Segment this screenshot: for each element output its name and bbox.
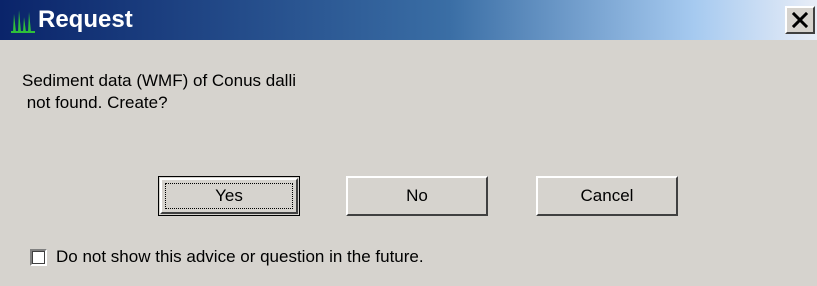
request-dialog: Request Sediment data (WMF) of Conus dal… <box>0 0 817 286</box>
window-title: Request <box>38 6 133 33</box>
do-not-show-label[interactable]: Do not show this advice or question in t… <box>56 247 424 267</box>
grass-icon <box>10 8 36 34</box>
no-button[interactable]: No <box>346 176 488 216</box>
message-line-1: Sediment data (WMF) of Conus dalli <box>22 71 296 90</box>
dialog-message: Sediment data (WMF) of Conus dalli not f… <box>22 70 296 114</box>
message-line-2: not found. Create? <box>22 93 168 112</box>
title-bar[interactable]: Request <box>0 0 817 40</box>
yes-button-label: Yes <box>165 183 293 209</box>
close-icon <box>792 12 808 28</box>
do-not-show-row[interactable]: Do not show this advice or question in t… <box>30 246 424 268</box>
cancel-button[interactable]: Cancel <box>536 176 678 216</box>
yes-button[interactable]: Yes <box>158 176 300 216</box>
do-not-show-checkbox[interactable] <box>30 248 47 266</box>
close-button[interactable] <box>785 6 815 34</box>
